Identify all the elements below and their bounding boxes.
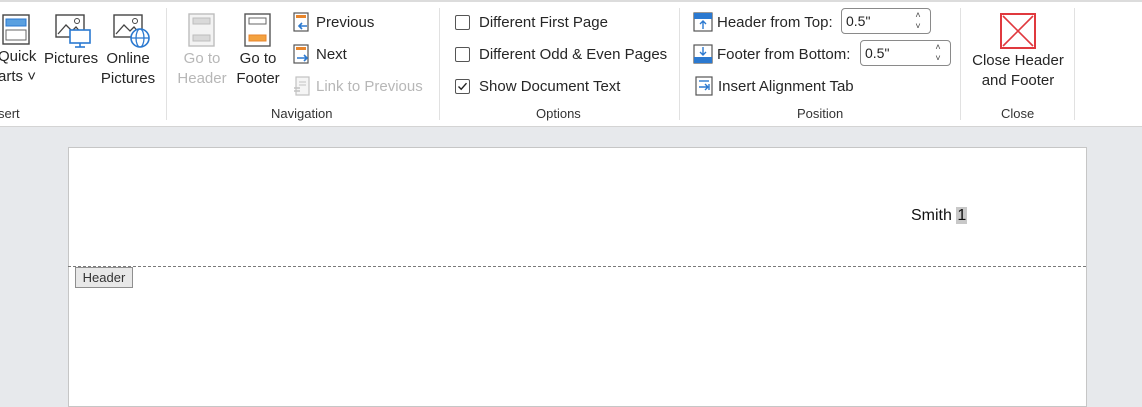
next-icon: [293, 44, 309, 64]
quick-parts-button[interactable]: Quick arts ˅: [0, 12, 36, 87]
footer-from-bottom-value[interactable]: 0.5": [865, 45, 889, 61]
alignment-tab-icon: [695, 76, 713, 96]
pictures-label: Pictures: [44, 50, 99, 67]
online-pictures-button[interactable]: Online Pictures: [100, 12, 156, 89]
chevron-down-icon[interactable]: ˅: [932, 53, 944, 64]
group-divider: [166, 8, 167, 120]
next-button[interactable]: Next: [292, 42, 347, 66]
header-tag: Header: [75, 267, 133, 288]
go-to-footer-label-line2: Footer: [236, 70, 280, 87]
checkbox-box-checked[interactable]: [455, 78, 470, 94]
ribbon: Quick arts ˅ Pictures Online Pictures se…: [0, 0, 1142, 127]
close-header-footer-label-line2: and Footer: [981, 72, 1055, 89]
online-pictures-label-line1: Online: [106, 50, 150, 67]
go-to-header-label-line2: Header: [177, 70, 227, 87]
go-to-footer-button[interactable]: Go to Footer: [232, 12, 284, 89]
quick-parts-label-line1: Quick: [0, 48, 37, 65]
group-divider: [1074, 8, 1075, 120]
chevron-down-icon[interactable]: ˅: [912, 21, 924, 32]
group-divider: [679, 8, 680, 120]
different-odd-even-checkbox[interactable]: Different Odd & Even Pages: [454, 42, 667, 66]
footer-from-bottom-control: Footer from Bottom:: [693, 42, 850, 66]
go-to-header-icon: [188, 13, 215, 47]
insert-alignment-tab-label: Insert Alignment Tab: [718, 77, 854, 95]
different-odd-even-label: Different Odd & Even Pages: [479, 45, 668, 63]
checkbox-box[interactable]: [455, 46, 470, 62]
show-document-text-label: Show Document Text: [479, 77, 621, 95]
page-number-field[interactable]: 1: [956, 207, 968, 224]
go-to-footer-label-line1: Go to: [239, 50, 277, 67]
close-group-label: Close: [1001, 106, 1035, 121]
insert-group-label: sert: [0, 106, 20, 121]
header-position-icon: [693, 12, 713, 32]
online-pictures-icon: [113, 14, 150, 48]
quick-parts-icon: [2, 14, 30, 45]
link-to-previous-label: Link to Previous: [316, 77, 423, 95]
insert-alignment-tab-button[interactable]: Insert Alignment Tab: [694, 74, 854, 98]
header-from-top-label: Header from Top:: [717, 13, 833, 31]
header-content[interactable]: Smith 1: [911, 207, 968, 225]
close-icon: [1000, 13, 1036, 49]
document-page[interactable]: [68, 147, 1087, 407]
header-from-top-value[interactable]: 0.5": [846, 13, 870, 29]
chevron-up-icon[interactable]: ˄: [912, 10, 924, 21]
spinner-arrows[interactable]: ˄ ˅: [932, 42, 944, 64]
header-author-name: Smith: [911, 207, 957, 224]
pictures-button[interactable]: Pictures: [44, 12, 99, 69]
online-pictures-label-line2: Pictures: [100, 70, 156, 87]
go-to-footer-icon: [244, 13, 271, 47]
link-to-previous-icon: [294, 76, 310, 96]
ribbon-top-border: [0, 0, 1142, 2]
go-to-header-label-line1: Go to: [183, 50, 221, 67]
footer-from-bottom-label: Footer from Bottom:: [717, 45, 851, 63]
pictures-icon: [55, 14, 91, 48]
group-divider: [960, 8, 961, 120]
previous-icon: [293, 12, 309, 32]
close-header-footer-button[interactable]: Close Header and Footer: [968, 12, 1068, 91]
navigation-group-label: Navigation: [271, 106, 333, 121]
options-group-label: Options: [536, 106, 581, 121]
spinner-arrows[interactable]: ˄ ˅: [912, 10, 924, 32]
close-header-footer-label-line1: Close Header: [972, 52, 1064, 69]
next-label: Next: [316, 45, 347, 63]
chevron-up-icon[interactable]: ˄: [932, 42, 944, 53]
checkbox-box[interactable]: [455, 14, 470, 30]
quick-parts-label-line2: arts ˅: [0, 68, 36, 85]
footer-from-bottom-input[interactable]: 0.5" ˄ ˅: [860, 40, 951, 66]
position-group-label: Position: [797, 106, 844, 121]
header-boundary-line: [68, 266, 1086, 267]
link-to-previous-button[interactable]: Link to Previous: [292, 74, 423, 98]
previous-label: Previous: [316, 13, 375, 31]
different-first-page-checkbox[interactable]: Different First Page: [454, 10, 608, 34]
go-to-header-button[interactable]: Go to Header: [176, 12, 228, 89]
different-first-page-label: Different First Page: [479, 13, 608, 31]
checkmark-icon: [458, 82, 468, 90]
footer-position-icon: [693, 44, 713, 64]
header-from-top-control: Header from Top:: [693, 10, 833, 34]
group-divider: [439, 8, 440, 120]
header-from-top-input[interactable]: 0.5" ˄ ˅: [841, 8, 931, 34]
previous-button[interactable]: Previous: [292, 10, 374, 34]
show-document-text-checkbox[interactable]: Show Document Text: [454, 74, 620, 98]
